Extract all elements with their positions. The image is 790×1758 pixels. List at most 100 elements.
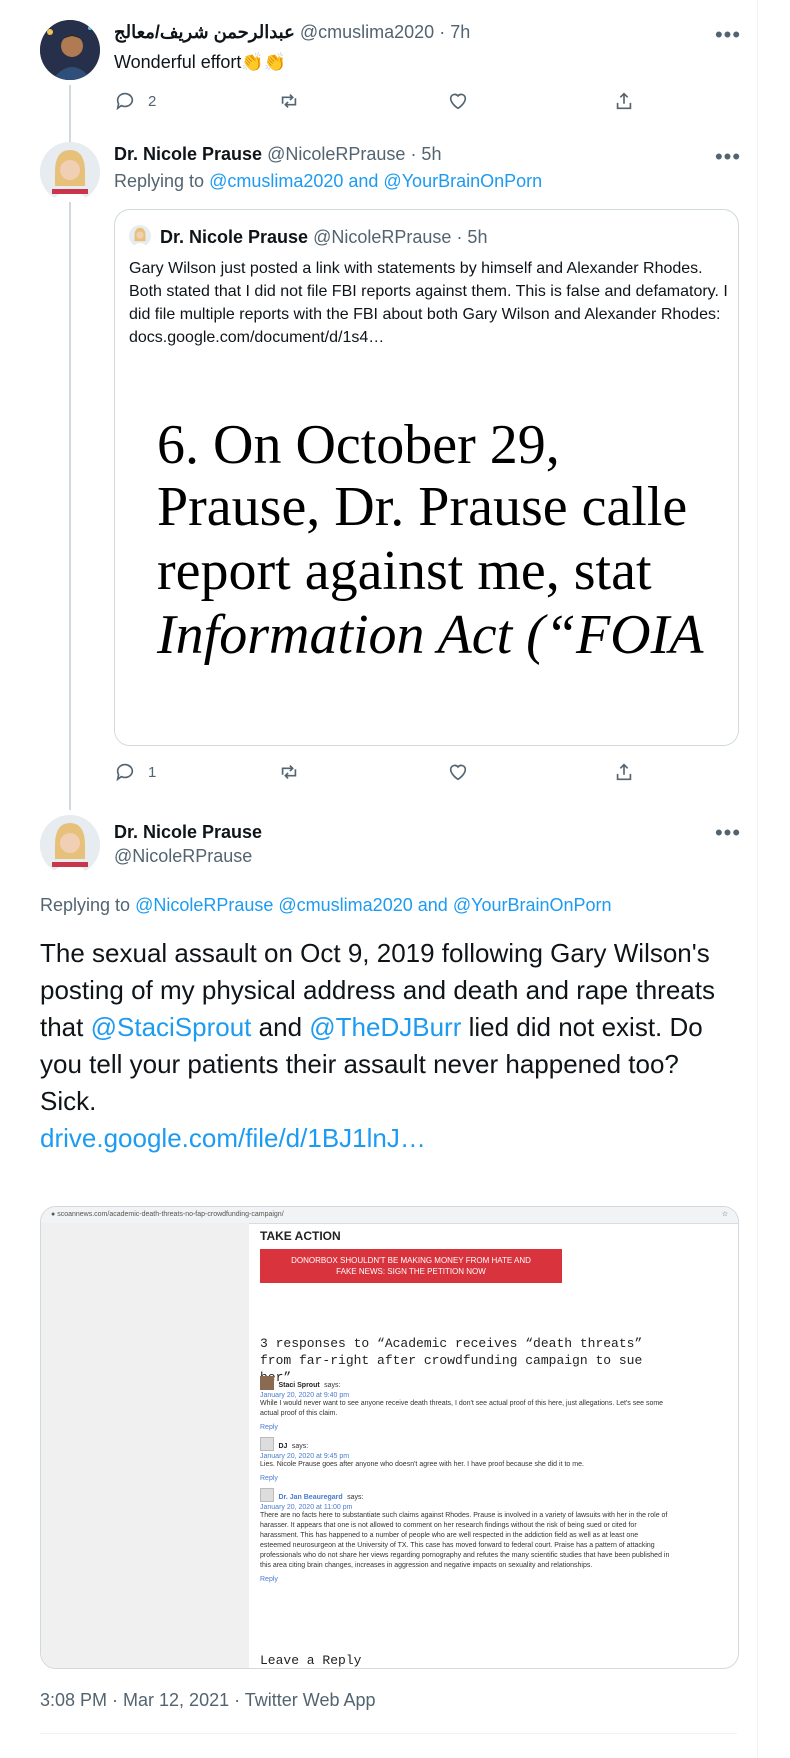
comment: DJ says: January 20, 2020 at 9:45 pm Lie… bbox=[260, 1435, 670, 1482]
browser-url: scoannews.com/academic-death-threats-no-… bbox=[57, 1211, 284, 1218]
more-options-icon[interactable]: ••• bbox=[713, 146, 743, 170]
comment-date: January 20, 2020 at 9:45 pm bbox=[260, 1453, 350, 1460]
handle-row: @NicoleRPrause bbox=[114, 846, 252, 867]
comment-text: While I would never want to see anyone r… bbox=[260, 1400, 664, 1417]
quoted-link[interactable]: docs.google.com/document/d/1s4… bbox=[129, 329, 384, 346]
like-button[interactable] bbox=[447, 760, 469, 784]
leave-reply-heading: Leave a Reply bbox=[260, 1653, 362, 1668]
take-action-heading: TAKE ACTION bbox=[260, 1229, 341, 1243]
commenter-name: Staci Sprout bbox=[278, 1382, 320, 1389]
document-line: 6. On October 29, bbox=[157, 414, 560, 476]
quoted-text-content: Gary Wilson just posted a link with stat… bbox=[129, 260, 728, 323]
avatar[interactable] bbox=[40, 142, 100, 202]
replying-targets-link[interactable]: @cmuslima2020 and @YourBrainOnPorn bbox=[209, 171, 542, 191]
share-icon bbox=[616, 92, 632, 110]
user-handle[interactable]: @NicoleRPrause bbox=[114, 846, 252, 866]
avatar-person-icon bbox=[40, 142, 100, 202]
lock-icon: ● bbox=[51, 1211, 56, 1218]
comment-text: Lies. Nicole Prause goes after anyone wh… bbox=[260, 1461, 584, 1468]
user-handle: @NicoleRPrause bbox=[313, 227, 452, 247]
tweet-header: عبدالرحمن شريف/معالج @cmuslima2020 · 7h bbox=[114, 22, 470, 43]
comment-reply-link: Reply bbox=[260, 1424, 278, 1431]
share-button[interactable] bbox=[613, 89, 635, 113]
tweet-thread-column: عبدالرحمن شريف/معالج @cmuslima2020 · 7h … bbox=[0, 0, 758, 1758]
comment-says: says: bbox=[347, 1494, 364, 1501]
reply-button[interactable]: 1 bbox=[114, 760, 156, 784]
display-name-row: Dr. Nicole Prause bbox=[114, 822, 262, 843]
tweet-time[interactable]: · 5h bbox=[410, 144, 441, 164]
document-line: report against me, stat bbox=[157, 540, 652, 602]
commenter-avatar bbox=[260, 1375, 274, 1390]
more-options-icon[interactable]: ••• bbox=[713, 24, 743, 48]
display-name[interactable]: عبدالرحمن شريف/معالج bbox=[114, 22, 295, 42]
reply-button[interactable]: 2 bbox=[114, 89, 156, 113]
share-button[interactable] bbox=[613, 760, 635, 784]
like-button[interactable] bbox=[447, 89, 469, 113]
comment-says: says: bbox=[291, 1443, 309, 1450]
replying-last-link[interactable]: @YourBrainOnPorn bbox=[453, 895, 612, 915]
comment: Dr. Jan Beauregard says: January 20, 202… bbox=[260, 1486, 670, 1583]
tweet-text-part: Sick. bbox=[40, 1086, 97, 1116]
retweet-button[interactable] bbox=[278, 89, 300, 113]
tweet-time: · 5h bbox=[456, 227, 488, 247]
avatar bbox=[129, 225, 151, 247]
tweet-text: Wonderful effort👏👏 bbox=[114, 50, 286, 74]
avatar-person-icon bbox=[40, 815, 100, 875]
share-icon bbox=[616, 763, 632, 781]
heart-icon bbox=[449, 764, 467, 781]
replying-to: Replying to @NicoleRPrause @cmuslima2020… bbox=[40, 895, 612, 916]
quoted-tweet-text: Gary Wilson just posted a link with stat… bbox=[129, 257, 729, 349]
timestamp-link[interactable]: 3:08 PM · Mar 12, 2021 · Twitter Web App bbox=[40, 1690, 376, 1710]
main-tweet-text: The sexual assault on Oct 9, 2019 follow… bbox=[40, 935, 740, 1157]
comment-date: January 20, 2020 at 9:40 pm bbox=[260, 1392, 350, 1399]
document-line: Prause, Dr. Prause calle bbox=[157, 476, 688, 538]
retweet-icon bbox=[281, 764, 297, 780]
avatar-person-icon bbox=[40, 20, 100, 80]
petition-banner: DONORBOX SHOULDN'T BE MAKING MONEY FROM … bbox=[260, 1249, 562, 1283]
mention-link[interactable]: @StaciSprout bbox=[91, 1012, 252, 1042]
tweet-time[interactable]: · 7h bbox=[439, 22, 470, 42]
display-name[interactable]: Dr. Nicole Prause bbox=[114, 822, 262, 842]
avatar[interactable] bbox=[40, 20, 100, 80]
comment-text: There are no facts here to substantiate … bbox=[260, 1512, 670, 1569]
heart-icon bbox=[449, 93, 467, 110]
retweet-button[interactable] bbox=[278, 760, 300, 784]
comment-reply-link: Reply bbox=[260, 1475, 278, 1482]
document-line: Information Act (“FOIA bbox=[157, 604, 704, 666]
attached-image[interactable]: ● scoannews.com/academic-death-threats-n… bbox=[40, 1206, 739, 1669]
retweet-icon bbox=[281, 93, 297, 109]
commenter-avatar bbox=[260, 1436, 274, 1451]
avatar[interactable] bbox=[40, 815, 100, 875]
browser-address-bar: ● scoannews.com/academic-death-threats-n… bbox=[41, 1207, 738, 1224]
mention-link[interactable]: @TheDJBurr bbox=[309, 1012, 461, 1042]
tweet-text-content: Wonderful effort bbox=[114, 52, 242, 72]
replying-and: and bbox=[417, 895, 448, 915]
tweet-timestamp: 3:08 PM · Mar 12, 2021 · Twitter Web App bbox=[40, 1690, 376, 1711]
avatar-person-icon bbox=[129, 225, 151, 247]
display-name: Dr. Nicole Prause bbox=[160, 227, 309, 247]
article-content: TAKE ACTION DONORBOX SHOULDN'T BE MAKING… bbox=[256, 1223, 734, 1668]
comment: Staci Sprout says: January 20, 2020 at 9… bbox=[260, 1374, 670, 1431]
comment-reply-link: Reply bbox=[260, 1576, 278, 1583]
divider bbox=[40, 1733, 737, 1734]
quoted-tweet[interactable]: Dr. Nicole Prause @NicoleRPrause · 5h Ga… bbox=[114, 209, 739, 746]
drive-link[interactable]: drive.google.com/file/d/1BJ1lnJ… bbox=[40, 1123, 426, 1153]
user-handle[interactable]: @NicoleRPrause bbox=[267, 144, 405, 164]
page-sidebar bbox=[41, 1223, 249, 1668]
commenter-name: DJ bbox=[278, 1443, 288, 1450]
comment-says: says: bbox=[324, 1382, 341, 1389]
user-handle[interactable]: @cmuslima2020 bbox=[300, 22, 434, 42]
replying-handles-link[interactable]: @NicoleRPrause @cmuslima2020 bbox=[135, 895, 413, 915]
commenter-avatar bbox=[260, 1487, 274, 1502]
more-options-icon[interactable]: ••• bbox=[713, 822, 743, 846]
comment-date: January 20, 2020 at 11:00 pm bbox=[260, 1504, 353, 1511]
reply-count: 2 bbox=[148, 92, 157, 110]
reply-count: 1 bbox=[148, 763, 157, 781]
display-name[interactable]: Dr. Nicole Prause bbox=[114, 144, 262, 164]
replying-prefix: Replying to bbox=[114, 171, 205, 191]
document-screenshot-image: 6. On October 29, Prause, Dr. Prause cal… bbox=[115, 375, 738, 745]
star-icon: ☆ bbox=[721, 1211, 728, 1218]
tweet-text-part: and bbox=[258, 1012, 303, 1042]
quoted-tweet-header: Dr. Nicole Prause @NicoleRPrause · 5h bbox=[160, 227, 487, 248]
commenter-name: Dr. Jan Beauregard bbox=[278, 1494, 343, 1501]
